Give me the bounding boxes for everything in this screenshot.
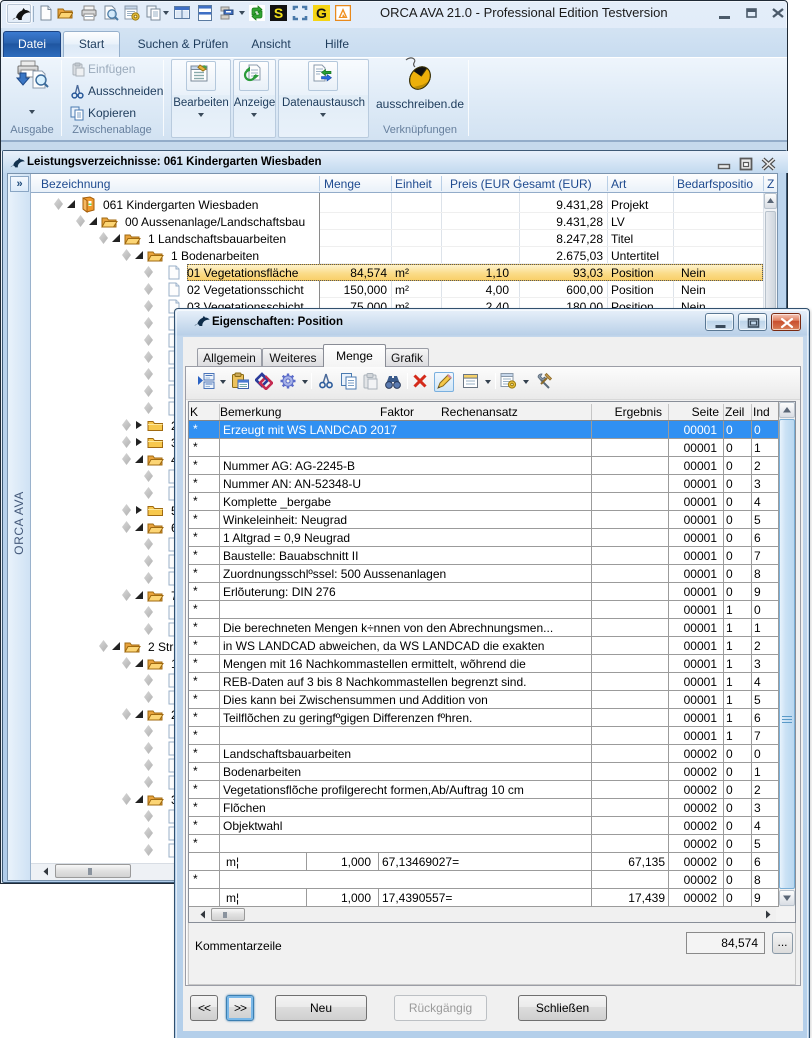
svg-text:G: G	[316, 5, 327, 21]
svg-text:S: S	[274, 5, 283, 21]
